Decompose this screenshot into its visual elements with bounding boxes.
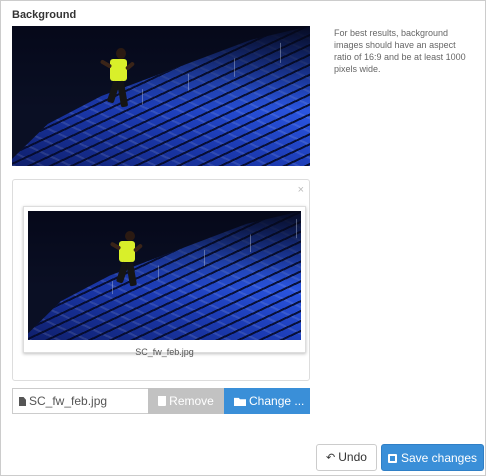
remove-button[interactable]: Remove <box>148 388 224 414</box>
close-icon[interactable]: × <box>298 184 304 196</box>
save-button-label: Save changes <box>400 451 478 465</box>
file-input-group: SC_fw_feb.jpg Remove Change ... <box>12 388 310 414</box>
file-icon <box>19 397 26 406</box>
undo-icon: ↶ <box>326 452 336 464</box>
change-button-label: Change ... <box>249 394 305 408</box>
save-changes-button[interactable]: Save changes <box>381 444 484 471</box>
runner-figure <box>99 48 140 128</box>
section-title: Background <box>12 9 77 21</box>
save-icon <box>387 454 397 463</box>
remove-button-label: Remove <box>169 394 214 408</box>
uploaded-file-card: SC_fw_feb.jpg <box>23 206 306 357</box>
background-help-text: For best results, background images shou… <box>334 28 466 74</box>
background-preview-image <box>12 26 310 166</box>
file-caption[interactable]: SC_fw_feb.jpg <box>12 388 148 414</box>
runner-figure <box>109 231 148 307</box>
folder-open-icon <box>234 397 246 406</box>
undo-button[interactable]: ↶ Undo <box>316 444 377 471</box>
undo-button-label: Undo <box>338 450 367 464</box>
change-file-button[interactable]: Change ... <box>224 388 310 414</box>
trash-icon <box>158 396 167 406</box>
uploaded-file-name: SC_fw_feb.jpg <box>135 347 194 357</box>
upload-preview-box: × SC_fw_feb.jpg <box>12 179 310 381</box>
background-settings-panel: Background For best results, background … <box>0 0 486 476</box>
file-caption-text: SC_fw_feb.jpg <box>29 394 108 408</box>
uploaded-thumbnail <box>28 211 301 340</box>
